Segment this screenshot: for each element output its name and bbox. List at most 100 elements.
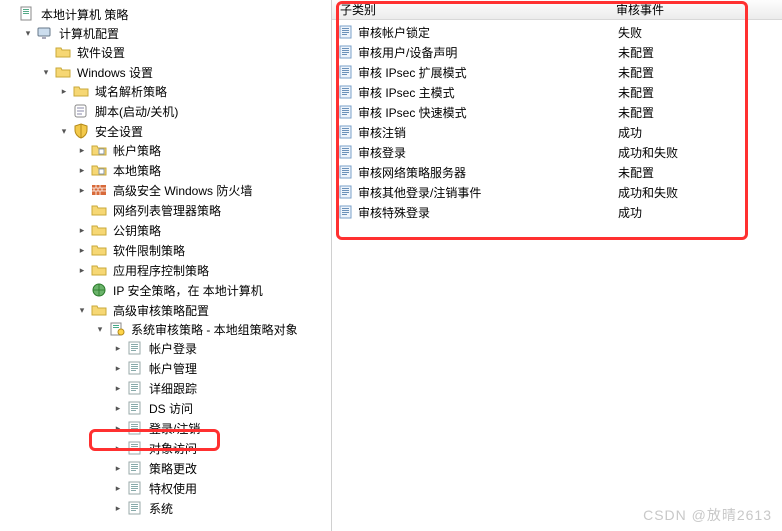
row-name: 审核注销 [358,124,618,141]
expander-icon[interactable]: ▸ [76,264,88,276]
tree-audit-acct_mgmt[interactable]: ▸ 帐户管理 [112,359,331,377]
column-headers[interactable]: 子类别 审核事件 [332,0,782,20]
row-value: 未配置 [618,44,782,61]
tree-label: IP 安全策略，在 本地计算机 [110,281,266,300]
expander-icon[interactable]: ▾ [94,323,106,335]
tree-system-audit[interactable]: ▾ 系统审核策略 - 本地组策略对象 [94,320,331,338]
tree-label: DS 访问 [146,399,196,418]
policy-item-icon [338,144,354,160]
tree-label: 详细跟踪 [146,379,200,398]
row-value: 成功和失败 [618,184,782,201]
row-value: 成功 [618,124,782,141]
tree-software-restriction[interactable]: ▸ 软件限制策略 [76,241,331,259]
list-row[interactable]: 审核网络策略服务器 未配置 [332,162,782,182]
tree-audit-object_access[interactable]: ▸ 对象访问 [112,439,331,457]
row-value: 失败 [618,24,782,41]
tree-label: 网络列表管理器策略 [110,201,224,220]
folder-icon [91,262,107,278]
tree-label: 帐户管理 [146,359,200,378]
expander-icon[interactable]: ▾ [22,27,34,39]
tree-windows-settings[interactable]: ▾ Windows 设置 [40,63,331,81]
rows-container: 审核帐户锁定 失败 审核用户/设备声明 未配置 审核 IPsec 扩展模式 未配… [332,20,782,222]
tree-account-policy[interactable]: ▸ 帐户策略 [76,141,331,159]
tree-label: 系统 [146,499,176,518]
tree-audit-logon_logoff[interactable]: ▸ 登录/注销 [112,419,331,437]
tree-dns-policy[interactable]: ▸ 域名解析策略 [58,82,331,100]
folder-icon [91,222,107,238]
tree-label: 高级审核策略配置 [110,301,212,320]
expander-icon[interactable]: ▸ [76,184,88,196]
folder-icon [91,242,107,258]
expander-icon[interactable]: ▾ [58,125,70,137]
expander-icon[interactable]: ▸ [112,402,124,414]
tree-label: 软件限制策略 [110,241,188,260]
expander-icon[interactable]: ▸ [112,362,124,374]
tree-label: 安全设置 [92,122,146,141]
folder-icon [55,44,71,60]
row-name: 审核 IPsec 快速模式 [358,104,618,121]
expander-icon[interactable]: ▸ [112,482,124,494]
expander-icon[interactable]: ▸ [112,382,124,394]
list-row[interactable]: 审核 IPsec 主模式 未配置 [332,82,782,102]
tree-software-settings[interactable]: ▸ 软件设置 [40,43,331,61]
expander-icon[interactable]: ▸ [112,342,124,354]
tree-public-key[interactable]: ▸ 公钥策略 [76,221,331,239]
tree-root[interactable]: ▾ 本地计算机 策略 [4,5,331,23]
category-icon [127,420,143,436]
tree-ip-security[interactable]: ▸ IP 安全策略，在 本地计算机 [76,281,331,299]
tree-audit-detailed_tracking[interactable]: ▸ 详细跟踪 [112,379,331,397]
tree-computer-config[interactable]: ▾ 计算机配置 [22,24,331,42]
tree-label: 对象访问 [146,439,200,458]
policy-tree[interactable]: ▾ 本地计算机 策略 ▾ 计算机配置 [0,4,331,524]
tree-label: 域名解析策略 [92,82,170,101]
firewall-icon [91,182,107,198]
column-audit-events[interactable]: 审核事件 [612,1,782,18]
tree-label: Windows 设置 [74,63,156,82]
list-row[interactable]: 审核用户/设备声明 未配置 [332,42,782,62]
expander-icon[interactable]: ▸ [76,244,88,256]
tree-audit-ds_access[interactable]: ▸ DS 访问 [112,399,331,417]
tree-app-control[interactable]: ▸ 应用程序控制策略 [76,261,331,279]
row-value: 未配置 [618,84,782,101]
tree-pane[interactable]: ▾ 本地计算机 策略 ▾ 计算机配置 [0,0,332,531]
row-name: 审核特殊登录 [358,204,618,221]
list-row[interactable]: 审核 IPsec 快速模式 未配置 [332,102,782,122]
row-name: 审核用户/设备声明 [358,44,618,61]
policy-item-icon [338,44,354,60]
tree-audit-acct_logon[interactable]: ▸ 帐户登录 [112,339,331,357]
tree-audit-system[interactable]: ▸ 系统 [112,499,331,517]
column-subcategory[interactable]: 子类别 [332,1,612,18]
list-row[interactable]: 审核 IPsec 扩展模式 未配置 [332,62,782,82]
expander-icon[interactable]: ▸ [112,422,124,434]
details-pane[interactable]: 子类别 审核事件 审核帐户锁定 失败 审核用户/设备声明 未配置 审核 IPse… [332,0,782,531]
expander-icon[interactable]: ▸ [58,85,70,97]
tree-local-policy[interactable]: ▸ 本地策略 [76,161,331,179]
policy-item-icon [338,204,354,220]
expander-icon[interactable]: ▸ [112,462,124,474]
policy-item-icon [338,124,354,140]
expander-icon[interactable]: ▸ [112,502,124,514]
list-row[interactable]: 审核帐户锁定 失败 [332,22,782,42]
tree-label: 系统审核策略 - 本地组策略对象 [128,320,301,339]
tree-label: 脚本(启动/关机) [92,102,181,121]
expander-icon[interactable]: ▸ [76,164,88,176]
expander-icon[interactable]: ▾ [76,304,88,316]
tree-audit-privilege_use[interactable]: ▸ 特权使用 [112,479,331,497]
tree-scripts[interactable]: ▸ 脚本(启动/关机) [58,102,331,120]
row-name: 审核其他登录/注销事件 [358,184,618,201]
tree-audit-policy_change[interactable]: ▸ 策略更改 [112,459,331,477]
list-row[interactable]: 审核注销 成功 [332,122,782,142]
tree-network-list[interactable]: ▸ 网络列表管理器策略 [76,201,331,219]
tree-security-settings[interactable]: ▾ 安全设置 [58,122,331,140]
list-row[interactable]: 审核特殊登录 成功 [332,202,782,222]
expander-icon[interactable]: ▸ [112,442,124,454]
expander-icon[interactable]: ▸ [76,144,88,156]
shield-icon [73,123,89,139]
expander-icon[interactable]: ▸ [76,224,88,236]
list-row[interactable]: 审核其他登录/注销事件 成功和失败 [332,182,782,202]
tree-advanced-audit[interactable]: ▾ 高级审核策略配置 [76,301,331,319]
expander-icon[interactable]: ▾ [40,66,52,78]
list-row[interactable]: 审核登录 成功和失败 [332,142,782,162]
tree-advanced-firewall[interactable]: ▸ 高级安全 Windows 防火墙 [76,181,331,199]
tree-label: 登录/注销 [146,419,203,438]
